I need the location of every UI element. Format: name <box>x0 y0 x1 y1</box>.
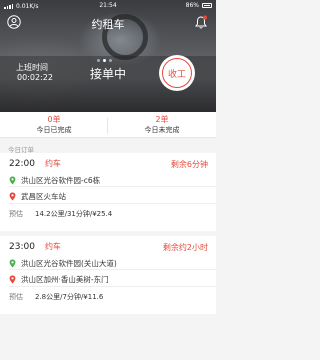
completed-label: 今日已完成 <box>36 126 72 134</box>
pending-label: 今日未完成 <box>144 126 180 134</box>
order-type: 约车 <box>44 242 61 251</box>
page-indicator <box>97 59 112 62</box>
order-card[interactable]: 22:00 约车 剩余6分钟 洪山区光谷软件园-c6栋 武昌区火车站 预估 14… <box>0 153 216 231</box>
estimate-row: 预估 2.8公里/7分钟/¥11.6 <box>9 292 103 302</box>
clock-out-label: 收工 <box>162 58 192 88</box>
page-dot <box>109 59 112 62</box>
status-time: 21:54 <box>99 2 117 9</box>
order-time: 23:00 <box>9 242 35 252</box>
completed-summary[interactable]: 0单 今日已完成 <box>0 115 108 135</box>
status-right: 86% <box>186 2 212 9</box>
dropoff-address: 洪山区加州·香山美树-东门 <box>21 275 109 284</box>
pickup-row: 洪山区光谷软件园(关山大道) <box>9 258 117 269</box>
dropoff-row: 洪山区加州·香山美树-东门 <box>9 274 109 285</box>
order-remaining: 剩余6分钟 <box>170 160 208 169</box>
page-dot <box>97 59 100 62</box>
daily-summary: 0单 今日已完成 2单 今日未完成 <box>0 112 216 138</box>
pickup-pin-icon <box>9 259 16 268</box>
order-header: 22:00 约车 <box>9 158 61 169</box>
battery-percent: 86% <box>185 2 199 9</box>
estimate-value: 14.2公里/31分钟/¥25.4 <box>35 210 113 218</box>
pickup-address: 洪山区光谷软件园(关山大道) <box>21 259 117 268</box>
order-remaining: 剩余约2小时 <box>162 243 208 252</box>
order-card[interactable]: 23:00 约车 剩余约2小时 洪山区光谷软件园(关山大道) 洪山区加州·香山美… <box>0 236 216 314</box>
bell-icon[interactable] <box>194 15 208 30</box>
pickup-address: 洪山区光谷软件园-c6栋 <box>21 176 101 185</box>
clock-out-button[interactable]: 收工 <box>159 55 195 91</box>
order-header: 23:00 约车 <box>9 241 61 252</box>
completed-count: 0单 <box>47 115 61 124</box>
status-bar: 0.01K/s 21:54 86% <box>0 0 216 12</box>
order-type: 约车 <box>44 159 61 168</box>
order-time: 22:00 <box>9 159 35 169</box>
pending-summary[interactable]: 2单 今日未完成 <box>108 115 216 135</box>
pickup-pin-icon <box>9 176 16 185</box>
dropoff-pin-icon <box>9 275 16 284</box>
row-divider <box>9 286 216 287</box>
battery-icon <box>202 3 212 8</box>
pickup-row: 洪山区光谷软件园-c6栋 <box>9 175 100 186</box>
estimate-value: 2.8公里/7分钟/¥11.6 <box>35 293 104 301</box>
estimate-label: 预估 <box>9 293 23 301</box>
dropoff-row: 武昌区火车站 <box>9 191 66 202</box>
page-title: 约租车 <box>91 18 125 31</box>
row-divider <box>9 203 216 204</box>
estimate-label: 预估 <box>9 210 23 218</box>
top-bar: 约租车 <box>0 14 216 34</box>
row-divider <box>9 269 216 270</box>
estimate-row: 预估 14.2公里/31分钟/¥25.4 <box>9 209 112 219</box>
dropoff-pin-icon <box>9 192 16 201</box>
page-dot-active <box>103 59 106 62</box>
pending-count: 2单 <box>155 115 169 124</box>
empty-list-area <box>0 314 216 360</box>
dropoff-address: 武昌区火车站 <box>21 192 66 201</box>
row-divider <box>9 186 216 187</box>
